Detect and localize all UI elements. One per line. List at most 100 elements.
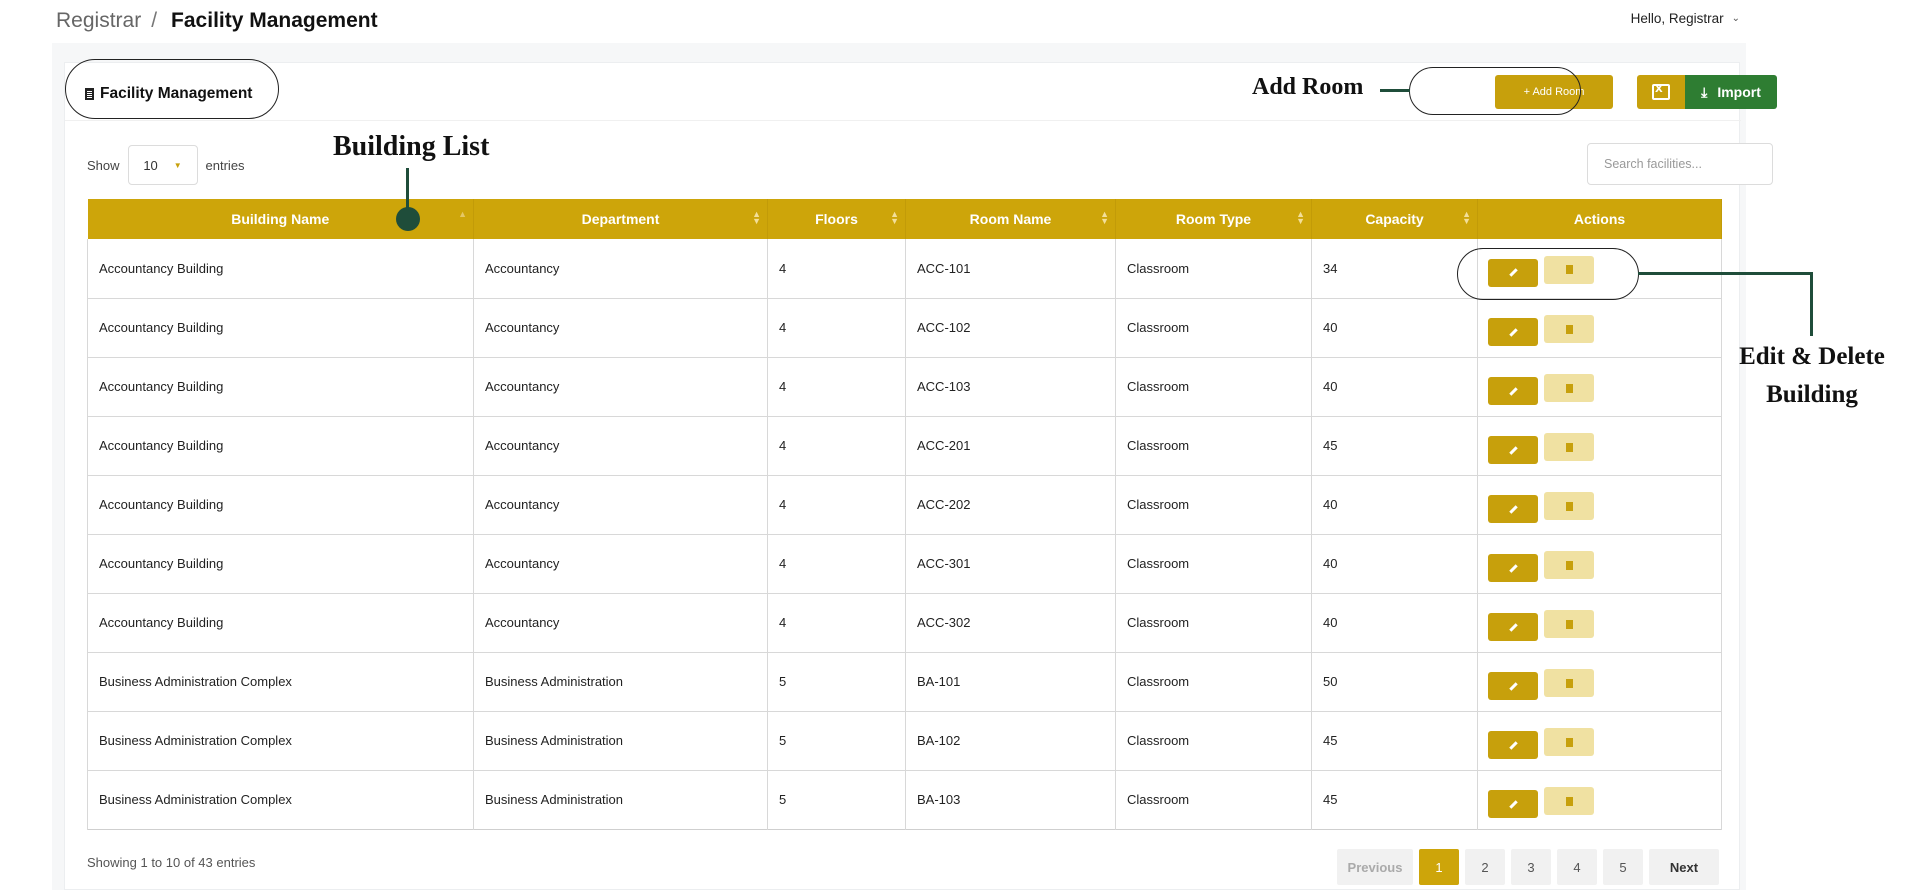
cell-department: Business Administration — [473, 770, 768, 829]
delete-button[interactable] — [1544, 374, 1594, 402]
edit-button[interactable] — [1488, 672, 1538, 700]
edit-button[interactable] — [1488, 377, 1538, 405]
breadcrumb: Registrar / Facility Management — [56, 9, 378, 33]
table-row: Accountancy Building Accountancy 4 ACC-202 C… — [87, 475, 1722, 534]
entries-value: 10 — [143, 157, 158, 173]
edit-button[interactable] — [1488, 495, 1538, 523]
sort-icon: ▲ ▼ — [1296, 209, 1305, 226]
cell-floors: 4 — [767, 357, 906, 416]
edit-button[interactable] — [1488, 318, 1538, 346]
sort-icon: ▲ ▼ — [752, 209, 761, 226]
delete-button[interactable] — [1544, 787, 1594, 815]
column-header-label: Floors — [815, 211, 858, 227]
search-input[interactable] — [1587, 143, 1773, 185]
annotation-building-list: Building List — [333, 131, 490, 162]
cell-room: BA-103 — [905, 770, 1116, 829]
download-icon: ⤓ — [1701, 83, 1708, 100]
cell-room: ACC-202 — [905, 475, 1116, 534]
annotation-dot — [396, 207, 420, 231]
column-header[interactable]: Room Name ▲ ▼ — [905, 199, 1116, 239]
delete-button[interactable] — [1544, 433, 1594, 461]
sort-icon: ▲ ▼ — [1462, 209, 1471, 226]
cell-type: Classroom — [1115, 711, 1312, 770]
sort-icon: ▲ — [458, 209, 467, 219]
import-button[interactable]: ⤓ Import — [1685, 75, 1777, 109]
page-button[interactable]: 3 — [1511, 849, 1551, 885]
annotation-edit-delete-line2: Building — [1766, 381, 1858, 408]
cell-building: Business Administration Complex — [87, 770, 474, 829]
cell-room: ACC-201 — [905, 416, 1116, 475]
delete-button[interactable] — [1544, 492, 1594, 520]
page-button[interactable]: 4 — [1557, 849, 1597, 885]
edit-button[interactable] — [1488, 613, 1538, 641]
annotation-line-actions-h — [1638, 272, 1813, 275]
cell-actions — [1477, 357, 1722, 416]
cell-capacity: 40 — [1311, 534, 1478, 593]
cell-building: Accountancy Building — [87, 357, 474, 416]
pencil-icon — [1508, 740, 1518, 750]
import-label: Import — [1717, 84, 1761, 100]
cell-actions — [1477, 770, 1722, 829]
cell-room: ACC-301 — [905, 534, 1116, 593]
pencil-icon — [1508, 504, 1518, 514]
cell-floors: 5 — [767, 652, 906, 711]
cell-type: Classroom — [1115, 475, 1312, 534]
cell-type: Classroom — [1115, 416, 1312, 475]
delete-button[interactable] — [1544, 610, 1594, 638]
edit-button[interactable] — [1488, 554, 1538, 582]
cell-building: Business Administration Complex — [87, 711, 474, 770]
pencil-icon — [1508, 799, 1518, 809]
user-menu[interactable]: Hello, Registrar ⌄ — [1631, 11, 1740, 26]
cell-building: Accountancy Building — [87, 534, 474, 593]
breadcrumb-separator: / — [151, 9, 158, 32]
show-label: Show — [87, 157, 120, 173]
pencil-icon — [1508, 327, 1518, 337]
cell-room: BA-101 — [905, 652, 1116, 711]
cell-capacity: 50 — [1311, 652, 1478, 711]
edit-button[interactable] — [1488, 731, 1538, 759]
delete-button[interactable] — [1544, 551, 1594, 579]
edit-button[interactable] — [1488, 790, 1538, 818]
entries-label: entries — [205, 157, 245, 173]
column-header[interactable]: Capacity ▲ ▼ — [1311, 199, 1478, 239]
trash-icon — [1565, 678, 1573, 688]
previous-page-button[interactable]: Previous — [1337, 849, 1413, 885]
caret-down-icon: ▼ — [173, 160, 182, 170]
cell-department: Accountancy — [473, 534, 768, 593]
column-header[interactable]: Room Type ▲ ▼ — [1115, 199, 1312, 239]
trash-icon — [1565, 560, 1573, 570]
delete-button[interactable] — [1544, 669, 1594, 697]
breadcrumb-root[interactable]: Registrar — [56, 9, 141, 33]
cell-type: Classroom — [1115, 770, 1312, 829]
annotation-oval-actions — [1457, 248, 1639, 300]
cell-capacity: 45 — [1311, 416, 1478, 475]
delete-button[interactable] — [1544, 315, 1594, 343]
column-header-label: Capacity — [1365, 211, 1424, 227]
page-button[interactable]: 1 — [1419, 849, 1459, 885]
table-row: Accountancy Building Accountancy 4 ACC-103 C… — [87, 357, 1722, 416]
entries-select[interactable]: 10 ▼ — [127, 145, 198, 185]
pagination: Previous 12345 Next — [1337, 849, 1719, 885]
cell-actions — [1477, 475, 1722, 534]
pencil-icon — [1508, 386, 1518, 396]
next-page-button[interactable]: Next — [1649, 849, 1719, 885]
column-header: Actions — [1477, 199, 1722, 239]
column-header[interactable]: Floors ▲ ▼ — [767, 199, 906, 239]
edit-button[interactable] — [1488, 436, 1538, 464]
cell-department: Business Administration — [473, 711, 768, 770]
page-button[interactable]: 5 — [1603, 849, 1643, 885]
delete-button[interactable] — [1544, 728, 1594, 756]
trash-icon — [1565, 619, 1573, 629]
column-header-label: Department — [581, 211, 660, 227]
page-button[interactable]: 2 — [1465, 849, 1505, 885]
annotation-edit-delete: Edit & Delete Building — [1732, 338, 1892, 414]
cell-type: Classroom — [1115, 239, 1312, 298]
column-header[interactable]: Department ▲ ▼ — [473, 199, 768, 239]
cell-actions — [1477, 711, 1722, 770]
cell-type: Classroom — [1115, 534, 1312, 593]
trash-icon — [1565, 737, 1573, 747]
excel-export-button[interactable] — [1637, 75, 1685, 109]
cell-room: ACC-302 — [905, 593, 1116, 652]
cell-capacity: 40 — [1311, 593, 1478, 652]
column-header-label: Actions — [1573, 211, 1626, 227]
